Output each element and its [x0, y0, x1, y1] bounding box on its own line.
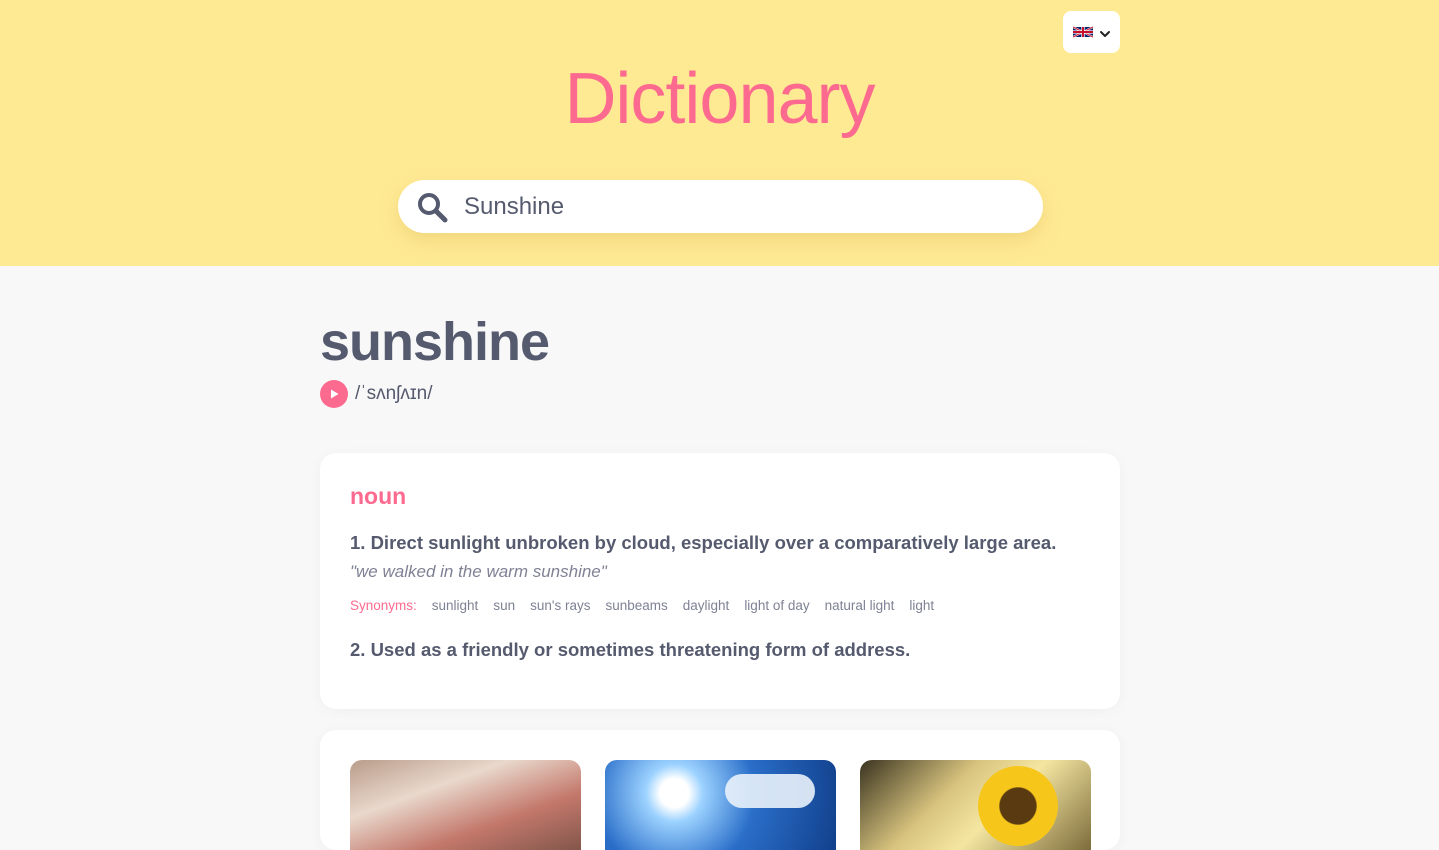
definition-card: noun 1. Direct sunlight unbroken by clou… [320, 453, 1120, 709]
synonym-link[interactable]: sunlight [432, 598, 479, 613]
synonym-link[interactable]: daylight [683, 598, 730, 613]
search-bar [398, 180, 1043, 233]
synonyms-row: Synonyms: sunlight sun sun's rays sunbea… [350, 598, 1090, 613]
sunlight-image[interactable] [350, 760, 581, 850]
cloud-shape [725, 774, 815, 808]
header: Dictionary [0, 0, 1439, 266]
pronunciation-row: /ˈsʌnʃʌɪn/ [320, 380, 1120, 408]
play-icon [331, 389, 339, 399]
synonym-link[interactable]: sunbeams [605, 598, 667, 613]
definition-2: 2. Used as a friendly or sometimes threa… [350, 639, 911, 660]
search-icon[interactable] [416, 191, 448, 223]
synonym-link[interactable]: light of day [744, 598, 809, 613]
phonetic-text: /ˈsʌnʃʌɪn/ [355, 383, 433, 404]
synonyms-label: Synonyms: [350, 598, 417, 613]
search-input[interactable] [464, 192, 1004, 221]
sky-sun-image[interactable] [605, 760, 836, 850]
images-card [320, 730, 1120, 850]
sunflower-shape [978, 766, 1058, 846]
example-sentence: "we walked in the warm sunshine" [350, 562, 607, 581]
uk-flag-icon [1072, 26, 1093, 38]
synonym-link[interactable]: natural light [825, 598, 895, 613]
main-content: sunshine /ˈsʌnʃʌɪn/ noun 1. Direct sunli… [320, 266, 1120, 850]
language-selector[interactable] [1063, 11, 1120, 53]
app-title: Dictionary [564, 59, 875, 139]
synonym-link[interactable]: light [909, 598, 934, 613]
play-audio-button[interactable] [320, 380, 348, 408]
synonym-link[interactable]: sun [493, 598, 515, 613]
sunflower-image[interactable] [860, 760, 1091, 850]
chevron-down-icon [1099, 31, 1110, 37]
definition-1: 1. Direct sunlight unbroken by cloud, es… [350, 532, 1057, 553]
synonym-link[interactable]: sun's rays [530, 598, 590, 613]
part-of-speech: noun [350, 483, 407, 509]
word-title: sunshine [320, 312, 550, 372]
